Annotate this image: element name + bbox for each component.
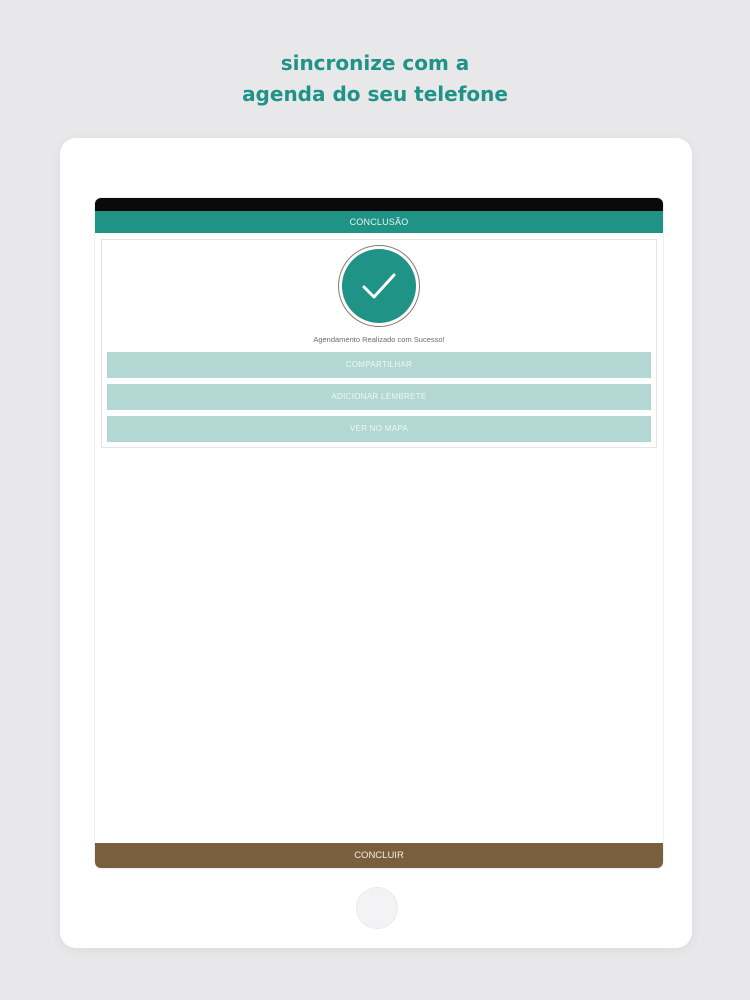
headline-line-1: sincronize com a — [280, 51, 470, 75]
headline-line-2: agenda do seu telefone — [242, 82, 508, 106]
tablet-frame: CONCLUSÃO Agendamento Realizado com Suce… — [60, 138, 692, 948]
view-map-button[interactable]: VER NO MAPA — [107, 416, 651, 442]
home-button[interactable] — [356, 887, 398, 929]
success-badge — [338, 245, 420, 327]
check-icon — [342, 249, 416, 323]
success-message: Agendamento Realizado com Sucesso! — [313, 335, 445, 344]
confirmation-card: Agendamento Realizado com Sucesso! COMPA… — [101, 239, 657, 448]
add-reminder-button[interactable]: ADICIONAR LEMBRETE — [107, 384, 651, 410]
marketing-headline: sincronize com a agenda do seu telefone — [0, 48, 750, 110]
page-title: CONCLUSÃO — [95, 211, 663, 233]
status-bar — [95, 198, 663, 211]
finish-button[interactable]: CONCLUIR — [95, 843, 663, 868]
app-screen: CONCLUSÃO Agendamento Realizado com Suce… — [95, 198, 663, 868]
share-button[interactable]: COMPARTILHAR — [107, 352, 651, 378]
